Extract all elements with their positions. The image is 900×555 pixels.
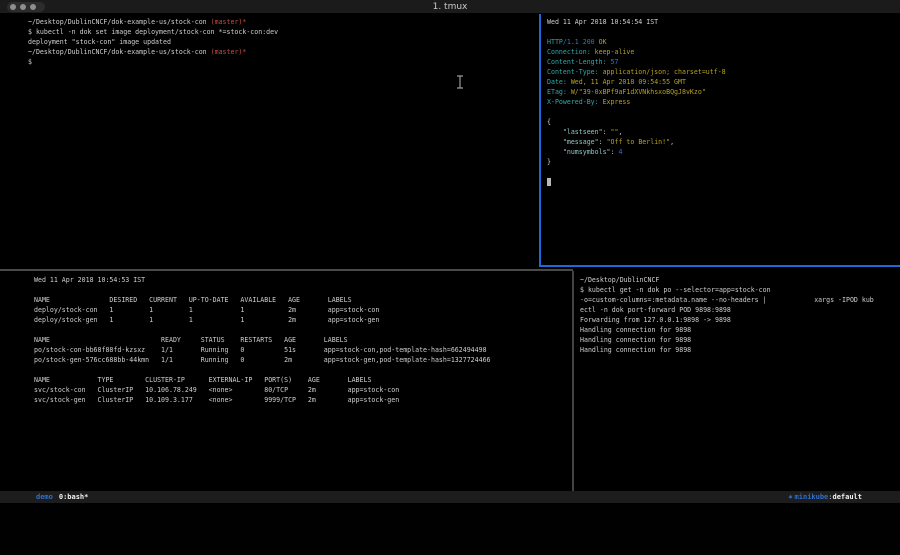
terminal-line: $ kubectl get -n dok po --selector=app=s…: [580, 285, 900, 295]
terminal-line: [547, 27, 900, 37]
terminal-line: [547, 177, 900, 187]
terminal-line: Forwarding from 127.0.0.1:9898 -> 9898: [580, 315, 900, 325]
pane-kubectl-get-resources[interactable]: Wed 11 Apr 2018 10:54:53 IST NAME DESIRE…: [0, 272, 571, 491]
terminal-line: HTTP/1.1 200 OK: [547, 37, 900, 47]
terminal-line: deployment "stock-con" image updated: [28, 37, 539, 47]
terminal-line: }: [547, 157, 900, 167]
terminal-line: "message": "Off to Berlin!",: [547, 137, 900, 147]
terminal-line: po/stock-con-bb68f88fd-kzsxz 1/1 Running…: [34, 345, 571, 355]
desktop-background: [0, 503, 900, 555]
terminal-line: Handling connection for 9898: [580, 345, 900, 355]
terminal-line: svc/stock-gen ClusterIP 10.109.3.177 <no…: [34, 395, 571, 405]
tmux-status-bar: demo 0:bash* ⎈ minikube : default: [0, 491, 900, 503]
terminal-line: [547, 107, 900, 117]
window-tab-bash[interactable]: 0:bash*: [59, 491, 89, 503]
terminal-line: "lastseen": "",: [547, 127, 900, 137]
terminal-line: Wed 11 Apr 2018 10:54:54 IST: [547, 17, 900, 27]
terminal-line: Connection: keep-alive: [547, 47, 900, 57]
pane-port-forward[interactable]: ~/Desktop/DublinCNCF$ kubectl get -n dok…: [576, 272, 900, 491]
pane-border-vertical-active[interactable]: [539, 14, 541, 267]
pane-http-response[interactable]: Wed 11 Apr 2018 10:54:54 IST HTTP/1.1 20…: [542, 14, 900, 263]
terminal-line: ETag: W/"39-0xBPf9aF1dXVNkhsxoBQgJ8vKzo": [547, 87, 900, 97]
terminal-line: Content-Length: 57: [547, 57, 900, 67]
terminal-line: [34, 365, 571, 375]
terminal-line: Handling connection for 9898: [580, 325, 900, 335]
pane-border-horizontal-active[interactable]: [539, 265, 900, 267]
terminal-line: $: [28, 57, 539, 67]
terminal-line: [547, 167, 900, 177]
terminal-line: deploy/stock-gen 1 1 1 1 2m app=stock-ge…: [34, 315, 571, 325]
mouse-ibeam-cursor: [456, 74, 464, 93]
terminal-line: ~/Desktop/DublinCNCF/dok-example-us/stoc…: [28, 47, 539, 57]
status-left: demo 0:bash*: [36, 491, 88, 503]
pane-border-horizontal-inactive[interactable]: [0, 269, 573, 271]
terminal-line: NAME READY STATUS RESTARTS AGE LABELS: [34, 335, 571, 345]
terminal-line: {: [547, 117, 900, 127]
window-titlebar: 1. tmux: [0, 0, 900, 14]
terminal-line: $ kubectl -n dok set image deployment/st…: [28, 27, 539, 37]
pane-border-vertical-inactive[interactable]: [572, 271, 574, 491]
terminal-line: "numsymbols": 4: [547, 147, 900, 157]
terminal-line: ectl -n dok port-forward POD 9898:9898: [580, 305, 900, 315]
terminal-line: NAME DESIRED CURRENT UP-TO-DATE AVAILABL…: [34, 295, 571, 305]
terminal-line: -o=custom-columns=:metadata.name --no-he…: [580, 295, 900, 305]
terminal-line: ~/Desktop/DublinCNCF: [580, 275, 900, 285]
tmux-terminal-area: ~/Desktop/DublinCNCF/dok-example-us/stoc…: [0, 14, 900, 491]
status-right: ⎈ minikube : default: [788, 491, 862, 503]
terminal-line: Date: Wed, 11 Apr 2018 09:54:55 GMT: [547, 77, 900, 87]
pane-shell-kubectl-set-image[interactable]: ~/Desktop/DublinCNCF/dok-example-us/stoc…: [0, 14, 539, 265]
terminal-line: svc/stock-con ClusterIP 10.106.78.249 <n…: [34, 385, 571, 395]
session-name: demo: [36, 491, 53, 503]
terminal-line: po/stock-gen-576cc688bb-44kmn 1/1 Runnin…: [34, 355, 571, 365]
terminal-line: NAME TYPE CLUSTER-IP EXTERNAL-IP PORT(S)…: [34, 375, 571, 385]
terminal-window: 1. tmux ~/Desktop/DublinCNCF/dok-example…: [0, 0, 900, 555]
terminal-line: Handling connection for 9898: [580, 335, 900, 345]
terminal-line: ~/Desktop/DublinCNCF/dok-example-us/stoc…: [28, 17, 539, 27]
terminal-line: deploy/stock-con 1 1 1 1 2m app=stock-co…: [34, 305, 571, 315]
kube-context: minikube: [795, 491, 829, 503]
terminal-line: Wed 11 Apr 2018 10:54:53 IST: [34, 275, 571, 285]
terminal-line: X-Powered-By: Express: [547, 97, 900, 107]
kube-namespace: default: [832, 491, 862, 503]
kubernetes-helm-icon: ⎈: [788, 491, 792, 503]
terminal-line: [34, 285, 571, 295]
terminal-line: [34, 325, 571, 335]
window-title: 1. tmux: [0, 0, 900, 14]
terminal-line: Content-Type: application/json; charset=…: [547, 67, 900, 77]
